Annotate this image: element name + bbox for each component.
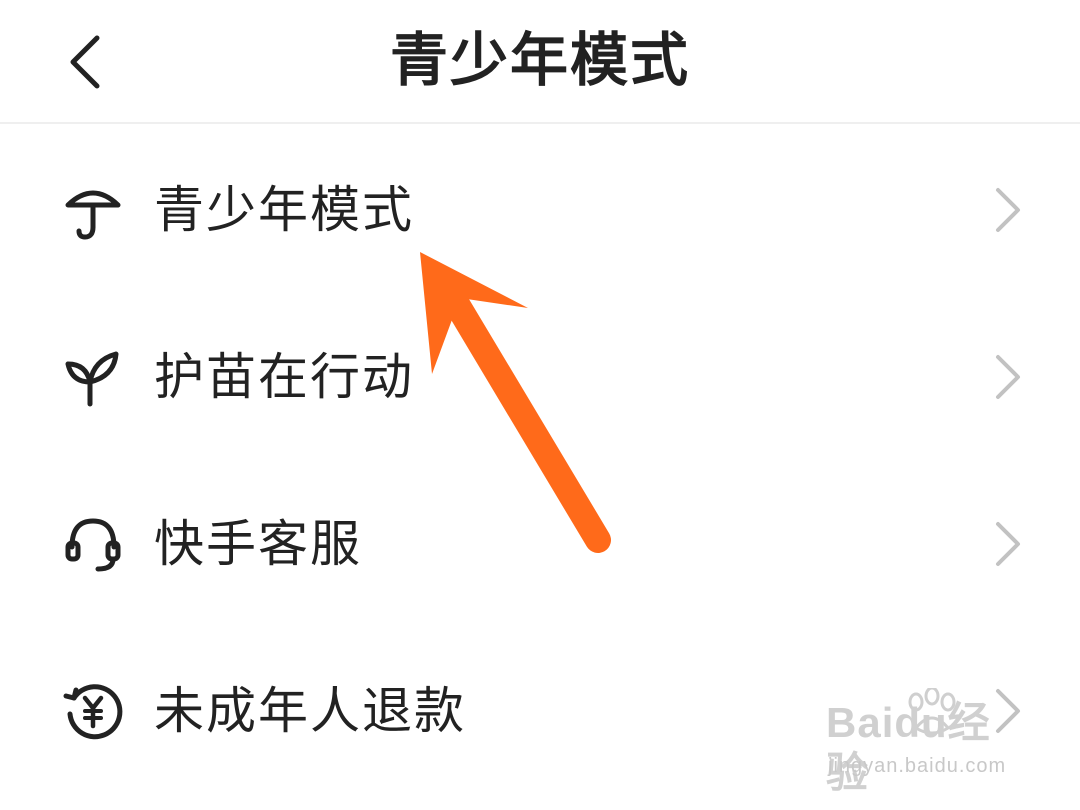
chevron-right-icon: [996, 188, 1020, 232]
baidu-jingyan-watermark: Baidu经验 jingyan.baidu.com: [826, 688, 1026, 796]
chevron-right-icon: [996, 355, 1020, 399]
headset-icon: [58, 509, 128, 579]
chevron-right-icon: [996, 522, 1020, 566]
watermark-logo: Baidu经验: [826, 699, 991, 796]
menu-item-label: 未成年人退款: [154, 682, 466, 740]
page-title: 青少年模式: [389, 26, 690, 94]
menu-item-label: 护苗在行动: [154, 348, 414, 406]
watermark-url: jingyan.baidu.com: [828, 755, 1007, 777]
top-bar: 青少年模式: [0, 0, 1080, 124]
menu-item-label: 青少年模式: [154, 181, 414, 239]
menu-item-protect-seedlings[interactable]: 护苗在行动: [0, 297, 1080, 457]
sprout-icon: [58, 342, 128, 412]
menu-item-label: 快手客服: [154, 515, 362, 573]
menu-item-teen-mode[interactable]: 青少年模式: [0, 130, 1080, 290]
refund-yen-icon: [58, 676, 128, 746]
menu-item-customer-service[interactable]: 快手客服: [0, 464, 1080, 624]
umbrella-icon: [58, 175, 128, 245]
